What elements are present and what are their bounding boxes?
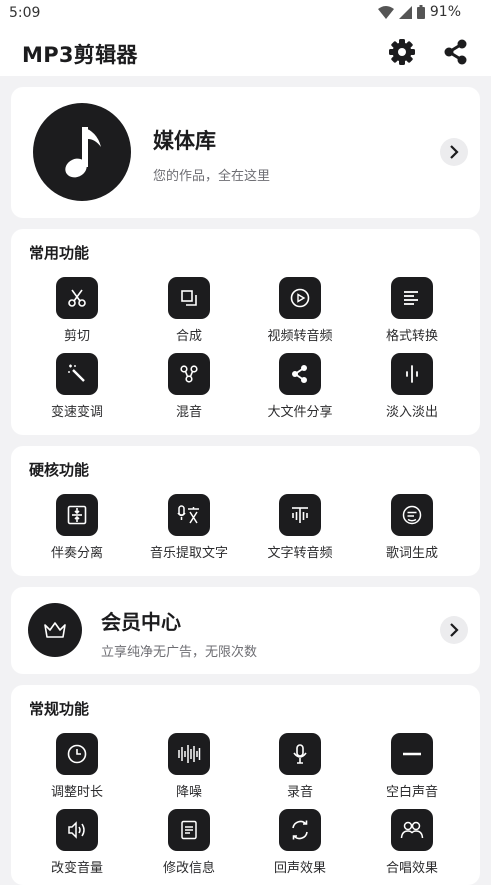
clock-icon: [56, 733, 98, 775]
text-audio-icon: [279, 494, 321, 536]
vip-center-card[interactable]: 会员中心 立享纯净无广告，无限次数: [11, 587, 480, 674]
battery-percent: 91%: [429, 4, 461, 20]
tool-label: 合成: [175, 329, 202, 344]
chevron-right-icon: [448, 145, 460, 159]
tool-edit-info[interactable]: 修改信息: [134, 809, 244, 879]
media-library-card[interactable]: 媒体库 您的作品，全在这里: [11, 87, 480, 218]
settings-button[interactable]: [386, 36, 418, 68]
tool-label: 修改信息: [162, 861, 215, 876]
translate-icon: [168, 494, 210, 536]
vip-title: 会员中心: [101, 610, 181, 634]
tool-label: 歌词生成: [385, 546, 438, 561]
tool-lyrics-generate[interactable]: 歌词生成: [357, 494, 467, 564]
tool-label: 变速变调: [50, 405, 103, 420]
tool-label: 文字转音频: [267, 546, 333, 561]
tool-format-convert[interactable]: 格式转换: [357, 277, 467, 347]
tool-label: 改变音量: [50, 861, 103, 876]
signal-icon: [398, 5, 412, 19]
tool-label: 伴奏分离: [50, 546, 103, 561]
tool-label: 合唱效果: [385, 861, 438, 876]
tool-label: 视频转音频: [267, 329, 333, 344]
regular-functions-card: 常规功能 调整时长 降噪 录音 空白声音 改变音量 修改信息 回声效果 合唱效果: [11, 685, 480, 885]
app-header: MP3剪辑器: [0, 28, 491, 76]
tool-label: 调整时长: [50, 785, 103, 800]
magic-wand-icon: [56, 353, 98, 395]
document-icon: [168, 809, 210, 851]
crown-icon: [43, 620, 67, 640]
section-title: 硬核功能: [29, 461, 90, 479]
battery-icon: [416, 5, 425, 19]
media-library-arrow-button[interactable]: [440, 138, 468, 166]
media-library-title: 媒体库: [153, 129, 216, 153]
tool-noise-reduction[interactable]: 降噪: [134, 733, 244, 803]
waveform-icon: [168, 733, 210, 775]
tool-label: 剪切: [63, 329, 90, 344]
vip-badge: [28, 603, 82, 657]
tool-chorus-effect[interactable]: 合唱效果: [357, 809, 467, 879]
tool-fade[interactable]: 淡入淡出: [357, 353, 467, 423]
tool-change-volume[interactable]: 改变音量: [22, 809, 132, 879]
status-icons: 91%: [377, 4, 461, 20]
common-functions-card: 常用功能 剪切 合成 视频转音频 格式转换 变速变调 混音 大文件分享 淡入淡出: [11, 229, 480, 435]
echo-icon: [279, 809, 321, 851]
share-button[interactable]: [440, 36, 472, 68]
section-title: 常规功能: [29, 700, 90, 718]
tool-label: 混音: [175, 405, 202, 420]
tool-label: 格式转换: [385, 329, 438, 344]
tool-label: 回声效果: [273, 861, 326, 876]
tool-merge[interactable]: 合成: [134, 277, 244, 347]
gear-icon: [388, 38, 416, 66]
vip-subtitle: 立享纯净无广告，无限次数: [101, 645, 258, 660]
tool-accompaniment-separation[interactable]: 伴奏分离: [22, 494, 132, 564]
music-note-icon: [57, 123, 107, 181]
section-title: 常用功能: [29, 244, 90, 262]
media-library-disc: [33, 103, 131, 201]
core-functions-card: 硬核功能 伴奏分离 音乐提取文字 文字转音频 歌词生成: [11, 446, 480, 576]
tool-mix[interactable]: 混音: [134, 353, 244, 423]
tool-cut[interactable]: 剪切: [22, 277, 132, 347]
tool-text-to-audio[interactable]: 文字转音频: [245, 494, 355, 564]
tool-adjust-duration[interactable]: 调整时长: [22, 733, 132, 803]
tool-big-file-share[interactable]: 大文件分享: [245, 353, 355, 423]
minus-icon: [391, 733, 433, 775]
tool-label: 淡入淡出: [385, 405, 438, 420]
wifi-icon: [377, 5, 394, 19]
share-icon: [279, 353, 321, 395]
chevron-right-icon: [448, 623, 460, 637]
media-library-subtitle: 您的作品，全在这里: [153, 169, 271, 184]
lyrics-icon: [391, 494, 433, 536]
merge-icon: [168, 277, 210, 319]
tool-label: 音乐提取文字: [149, 546, 228, 561]
tool-music-to-text[interactable]: 音乐提取文字: [134, 494, 244, 564]
tool-label: 空白声音: [385, 785, 438, 800]
chorus-icon: [391, 809, 433, 851]
app-title: MP3剪辑器: [22, 43, 138, 67]
mix-nodes-icon: [168, 353, 210, 395]
share-icon: [442, 38, 470, 66]
vip-arrow-button[interactable]: [440, 616, 468, 644]
microphone-icon: [279, 733, 321, 775]
tool-label: 大文件分享: [267, 405, 333, 420]
tool-record[interactable]: 录音: [245, 733, 355, 803]
tool-echo-effect[interactable]: 回声效果: [245, 809, 355, 879]
status-bar: 5:09 91%: [0, 0, 491, 28]
volume-icon: [56, 809, 98, 851]
format-lines-icon: [391, 277, 433, 319]
fade-icon: [391, 353, 433, 395]
tool-label: 录音: [286, 785, 313, 800]
tool-video-to-audio[interactable]: 视频转音频: [245, 277, 355, 347]
status-time: 5:09: [9, 5, 41, 21]
scissors-icon: [56, 277, 98, 319]
tool-blank-sound[interactable]: 空白声音: [357, 733, 467, 803]
tool-speed-pitch[interactable]: 变速变调: [22, 353, 132, 423]
video-play-icon: [279, 277, 321, 319]
separate-icon: [56, 494, 98, 536]
tool-label: 降噪: [175, 785, 202, 800]
